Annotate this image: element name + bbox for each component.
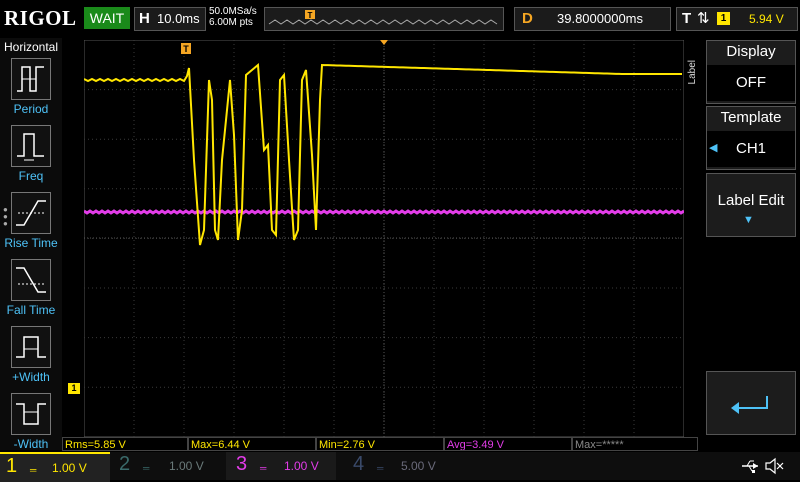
measure-fall-time-button[interactable]: Fall Time (0, 259, 62, 325)
neg-width-label: -Width (13, 437, 49, 451)
rise-time-label: Rise Time (4, 236, 58, 250)
hscale-label: H (139, 10, 150, 27)
hscale-value: 10.0ms (157, 11, 200, 26)
top-status-bar: RIGOL WAIT H 10.0ms 50.0MSa/s 6.00M pts … (0, 0, 800, 38)
return-button[interactable] (706, 371, 796, 435)
freq-label: Freq (18, 169, 44, 183)
pos-width-icon (11, 326, 51, 368)
rigol-logo: RIGOL (4, 6, 77, 30)
down-arrow-icon: ▼ (743, 214, 754, 226)
label-edit-text: Label Edit (717, 192, 785, 209)
ch3-waveform (84, 209, 684, 215)
freq-icon (11, 125, 51, 167)
meas-min[interactable]: Min=2.76 V (316, 437, 444, 451)
display-toggle-button[interactable]: Display OFF (706, 40, 796, 104)
ch4-status[interactable]: 4 ═ 5.00 V (339, 452, 449, 480)
period-icon (11, 58, 51, 100)
ch2-scale: 1.00 V (169, 459, 204, 473)
return-arrow-icon (731, 396, 768, 414)
trigger-level: 5.94 V (749, 12, 784, 26)
run-state-badge[interactable]: WAIT (84, 7, 130, 29)
fall-time-label: Fall Time (6, 303, 56, 317)
template-select-button[interactable]: Template CH1 ◀ (706, 106, 796, 170)
dc-coupling-icon: ═ (30, 465, 37, 475)
dc-coupling-icon: ═ (260, 463, 267, 473)
period-label: Period (13, 102, 49, 116)
trigger-info[interactable]: T ⇅ 1 5.94 V (676, 7, 798, 31)
measure-period-button[interactable]: Period (0, 58, 62, 124)
measure-rise-time-button[interactable]: Rise Time (0, 192, 62, 258)
measurement-results: Rms=5.85 V Max=6.44 V Min=2.76 V Avg=3.4… (62, 437, 698, 452)
acquisition-info: 50.0MSa/s 6.00M pts (209, 6, 257, 28)
memory-depth: 6.00M pts (209, 17, 253, 28)
ch2-number: 2 (119, 453, 131, 475)
channel-status-bar: 1 ═ 1.00 V 2 ═ 1.00 V 3 ═ 1.00 V 4 ═ 5.0… (0, 452, 800, 482)
trigger-edge-icon: ⇅ (697, 10, 710, 27)
trigger-marker-text: T (183, 44, 189, 54)
usb-icon (742, 460, 758, 473)
sample-rate: 50.0MSa/s (209, 6, 257, 17)
measure-pos-width-button[interactable]: +Width (0, 326, 62, 392)
label-edit-button[interactable]: Label Edit ▼ (706, 173, 796, 237)
ch4-number: 4 (353, 453, 365, 475)
dc-coupling-icon: ═ (377, 463, 384, 473)
display-value: OFF (707, 65, 795, 101)
ch1-status[interactable]: 1 ═ 1.00 V (0, 452, 110, 482)
menu-side-label: Label (687, 60, 698, 85)
ch1-scale: 1.00 V (52, 461, 87, 475)
measure-menu-title: Horizontal (3, 40, 59, 54)
dc-coupling-icon: ═ (143, 463, 150, 473)
trigger-source: 1 (717, 12, 730, 25)
ch3-scale: 1.00 V (284, 459, 319, 473)
meas-rms[interactable]: Rms=5.85 V (62, 437, 188, 451)
memory-overview-bar[interactable]: T (264, 7, 504, 31)
trigger-label: T (682, 10, 692, 27)
meas-max-ch[interactable]: Max=***** (572, 437, 698, 451)
measure-menu: Horizontal ● ● ● Period Freq Rise Time Fal… (0, 38, 62, 451)
memory-waveform-preview: T (268, 10, 498, 25)
display-title: Display (726, 43, 776, 60)
ch2-status[interactable]: 2 ═ 1.00 V (113, 452, 223, 480)
ch4-scale: 5.00 V (401, 459, 436, 473)
svg-text:T: T (308, 11, 313, 20)
ch3-status[interactable]: 3 ═ 1.00 V (226, 452, 336, 480)
ch3-number: 3 (236, 453, 248, 475)
left-arrow-icon: ◀ (709, 142, 718, 154)
measure-neg-width-button[interactable]: -Width (0, 393, 62, 459)
neg-width-icon (11, 393, 51, 435)
measure-freq-button[interactable]: Freq (0, 125, 62, 191)
ch1-offset-marker[interactable]: 1 (68, 383, 80, 394)
waveform-display[interactable]: T (84, 40, 684, 437)
rise-time-icon (11, 192, 51, 234)
template-value: CH1 (707, 131, 795, 167)
horizontal-scale[interactable]: H 10.0ms (134, 7, 206, 31)
template-title: Template (720, 109, 782, 126)
delay-value: 39.8000000ms (557, 11, 644, 26)
pos-width-label: +Width (12, 370, 50, 384)
meas-avg[interactable]: Avg=3.49 V (444, 437, 572, 451)
speaker-mute-icon[interactable] (764, 457, 784, 475)
delay-label: D (522, 10, 533, 27)
meas-max[interactable]: Max=6.44 V (188, 437, 316, 451)
horizontal-delay[interactable]: D 39.8000000ms (514, 7, 671, 31)
ch1-number: 1 (6, 455, 18, 477)
fall-time-icon (11, 259, 51, 301)
